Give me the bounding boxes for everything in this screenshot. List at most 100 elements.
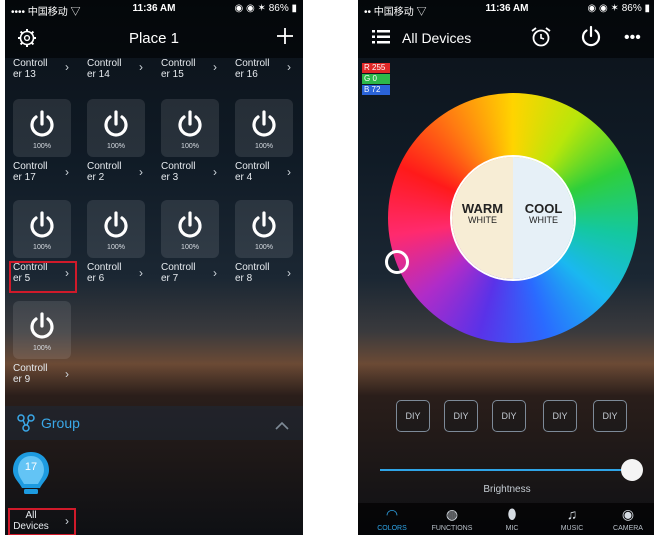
controller-power-button[interactable]: 100% <box>161 99 219 157</box>
brightness-percent: 100% <box>255 244 273 251</box>
controller-power-button[interactable]: 100% <box>13 200 71 258</box>
highlight-box <box>9 261 77 293</box>
device-count-badge: 17 <box>24 461 38 473</box>
diy-button-2[interactable]: DIY <box>444 400 478 432</box>
power-icon <box>27 311 57 346</box>
chevron-right-icon[interactable]: › <box>139 60 143 74</box>
power-icon <box>175 109 205 144</box>
label-line-1: Controll <box>13 58 48 69</box>
controller-label[interactable]: Controll er 6 <box>87 262 135 284</box>
diy-button-3[interactable]: DIY <box>492 400 526 432</box>
colors-icon: ◠ <box>385 506 399 522</box>
label-line-2: er 6 <box>87 273 105 284</box>
label-line-2: er 15 <box>161 69 184 80</box>
chevron-right-icon[interactable]: › <box>213 60 217 74</box>
list-icon[interactable] <box>372 29 390 49</box>
controller-label: Controll er 15 <box>161 58 209 80</box>
label-line-1: Controll <box>13 161 48 172</box>
controller-label: Controll er 14 <box>87 58 135 80</box>
controller-label[interactable]: Controll er 9 <box>13 363 61 385</box>
power-icon[interactable] <box>580 25 602 51</box>
bulb-icon <box>11 450 51 501</box>
label-line-2: er 13 <box>13 69 36 80</box>
status-bar: •••• 中国移动 ▽ 11:36 AM ◉ ◉ ✶ 86% ▮ <box>5 0 303 18</box>
controller-power-button[interactable]: 100% <box>87 200 145 258</box>
bottom-tab-bar: ◠ COLORS ◍ FUNCTIONS ⬮ MIC ♫ MUSIC ◉ CAMERA <box>358 503 654 535</box>
power-icon <box>101 109 131 144</box>
color-control-screen: •• 中国移动 ▽ 11:36 AM ◉ ◉ ✶ 86% ▮ All Devic… <box>358 0 654 535</box>
label-line-1: Controll <box>161 262 196 273</box>
tab-music[interactable]: ♫ MUSIC <box>542 503 602 535</box>
warm-white-button[interactable]: WARM WHITE <box>452 157 513 279</box>
diy-button-1[interactable]: DIY <box>396 400 430 432</box>
controller-power-button[interactable]: 100% <box>161 200 219 258</box>
group-icon <box>17 414 35 437</box>
chevron-up-icon[interactable] <box>275 418 289 436</box>
color-wheel[interactable]: WARM WHITE COOL WHITE <box>388 93 638 343</box>
chevron-right-icon[interactable]: › <box>287 266 291 280</box>
controller-label[interactable]: Controll er 3 <box>161 161 209 183</box>
page-title: Place 1 <box>128 30 180 47</box>
tab-colors[interactable]: ◠ COLORS <box>362 503 422 535</box>
controller-label[interactable]: Controll er 2 <box>87 161 135 183</box>
tab-label: MIC <box>505 525 519 532</box>
chevron-right-icon[interactable]: › <box>287 165 291 179</box>
chevron-right-icon[interactable]: › <box>213 266 217 280</box>
chevron-right-icon[interactable]: › <box>139 266 143 280</box>
label-line-2: er 14 <box>87 69 110 80</box>
tab-camera[interactable]: ◉ CAMERA <box>598 503 654 535</box>
label-line-1: Controll <box>161 58 196 69</box>
controller-power-button[interactable]: 100% <box>87 99 145 157</box>
alarm-icon[interactable] <box>530 26 552 52</box>
brightness-percent: 100% <box>33 345 51 352</box>
functions-icon: ◍ <box>445 506 459 522</box>
group-section-header[interactable]: Group <box>5 406 303 440</box>
label-line-1: Controll <box>235 58 270 69</box>
brightness-percent: 100% <box>255 143 273 150</box>
chevron-right-icon[interactable]: › <box>213 165 217 179</box>
controller-power-button[interactable]: 100% <box>13 301 71 359</box>
power-icon <box>101 210 131 245</box>
chevron-right-icon[interactable]: › <box>65 165 69 179</box>
power-icon <box>175 210 205 245</box>
header-bar: Place 1 <box>5 18 303 58</box>
cool-white-button[interactable]: COOL WHITE <box>513 157 574 279</box>
brightness-percent: 100% <box>33 244 51 251</box>
tab-functions[interactable]: ◍ FUNCTIONS <box>422 503 482 535</box>
brightness-slider-knob[interactable] <box>621 459 643 481</box>
brightness-label: Brightness <box>483 484 531 495</box>
controller-label[interactable]: Controll er 4 <box>235 161 283 183</box>
warm-label: WARM <box>461 201 504 216</box>
label-line-1: Controll <box>13 363 48 374</box>
label-line-2: er 2 <box>87 172 105 183</box>
label-line-2: er 8 <box>235 273 253 284</box>
warm-sublabel: WHITE <box>468 215 497 225</box>
label-line-2: er 16 <box>235 69 258 80</box>
brightness-percent: 100% <box>181 143 199 150</box>
controller-power-button[interactable]: 100% <box>235 200 293 258</box>
chevron-right-icon[interactable]: › <box>65 60 69 74</box>
controller-label[interactable]: Controll er 17 <box>13 161 61 183</box>
controller-power-button[interactable]: 100% <box>235 99 293 157</box>
green-value: G 0 <box>362 74 390 84</box>
mic-icon: ⬮ <box>507 506 517 522</box>
tab-mic[interactable]: ⬮ MIC <box>482 503 542 535</box>
diy-button-5[interactable]: DIY <box>593 400 627 432</box>
plus-icon[interactable] <box>275 26 295 50</box>
controller-label[interactable]: Controll er 7 <box>161 262 209 284</box>
battery-status: ◉ ◉ ✶ 86% ▮ <box>234 3 297 14</box>
brightness-percent: 100% <box>33 143 51 150</box>
controller-power-button[interactable]: 100% <box>13 99 71 157</box>
controller-label[interactable]: Controll er 8 <box>235 262 283 284</box>
tab-label: MUSIC <box>560 525 584 532</box>
diy-button-4[interactable]: DIY <box>543 400 577 432</box>
tab-label: COLORS <box>377 525 407 532</box>
color-picker-handle[interactable] <box>385 250 409 274</box>
label-line-1: Controll <box>87 262 122 273</box>
chevron-right-icon[interactable]: › <box>139 165 143 179</box>
brightness-slider[interactable] <box>380 469 632 471</box>
chevron-right-icon[interactable]: › <box>287 60 291 74</box>
brightness-percent: 100% <box>107 143 125 150</box>
chevron-right-icon[interactable]: › <box>65 367 69 381</box>
more-icon[interactable]: ••• <box>624 28 641 48</box>
